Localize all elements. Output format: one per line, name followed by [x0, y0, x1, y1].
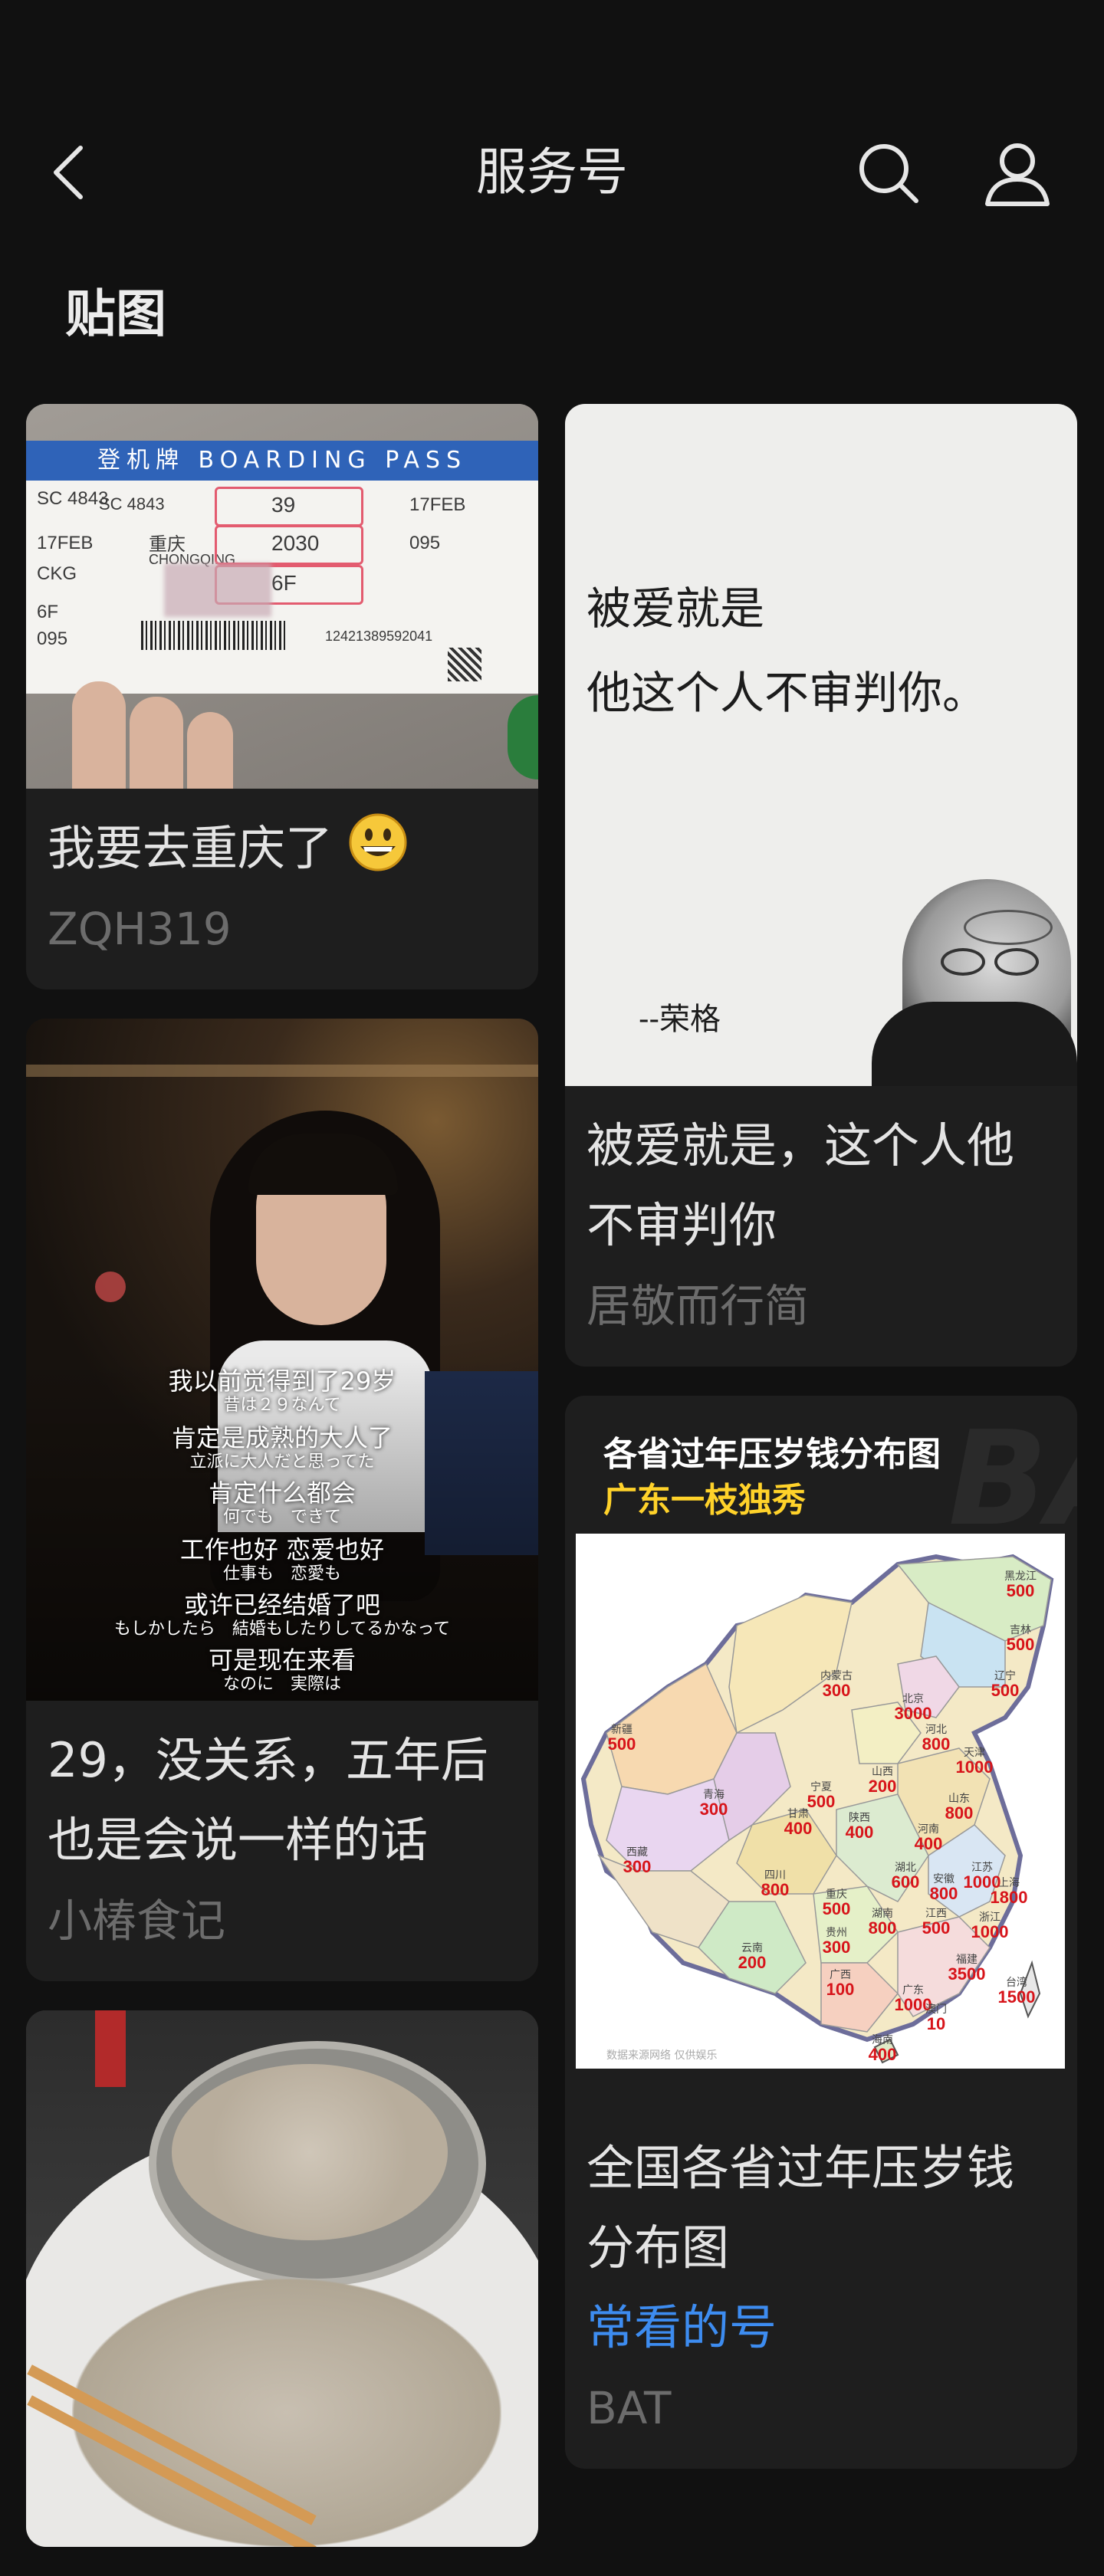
post-card-ticket[interactable]: 登机牌 BOARDING PASS SC 4843 SC 4843 39 17F…: [26, 404, 538, 989]
map-image: BAT 各省过年压岁钱分布图 广东一枝独秀: [565, 1396, 1077, 2108]
post-author[interactable]: ZQH319: [48, 894, 517, 963]
map-province-value: 1500: [998, 1987, 1036, 2007]
map-province-value: 3500: [948, 1964, 986, 1984]
boarding-pass-image: 登机牌 BOARDING PASS SC 4843 SC 4843 39 17F…: [26, 404, 538, 789]
map-province-value: 10: [927, 2014, 945, 2033]
bp-flight-2: SC 4843: [99, 494, 165, 514]
post-title-text: 我要去重庆了: [48, 820, 334, 876]
subtitle-line-jp: 昔は２９なんて: [223, 1396, 341, 1415]
post-author[interactable]: 居敬而行简: [586, 1272, 1056, 1341]
map-province-value: 300: [623, 1857, 652, 1876]
map-subtitle: 广东一枝独秀: [603, 1481, 806, 1520]
map-title: 各省过年压岁钱分布图: [603, 1435, 941, 1474]
post-card-food[interactable]: [26, 2010, 538, 2547]
subtitle-line-jp: 何でも できて: [222, 1508, 341, 1527]
post-card-quote[interactable]: 被爱就是 他这个人不审判你。 --荣格 被爱就是，这个人他不审判你 居敬而行简: [565, 404, 1077, 1367]
bp-date-left: 17FEB: [37, 533, 94, 553]
user-icon: [985, 143, 1050, 206]
map-province-value: 300: [823, 1938, 851, 1957]
quote-image: 被爱就是 他这个人不审判你。 --荣格: [565, 404, 1077, 1086]
map-province-value: 3000: [895, 1704, 932, 1723]
quote-author: --荣格: [639, 1002, 721, 1037]
subtitle-line-jp: もしかしたら 結婚もしたりしてるかなって: [113, 1619, 451, 1639]
search-icon: [859, 144, 918, 203]
bp-seq-left: 095: [37, 628, 68, 649]
post-title: 全国各省过年压岁钱分布图: [586, 2140, 1015, 2276]
map-province-value: 200: [738, 1953, 767, 1972]
map-province-value: 500: [1007, 1635, 1035, 1654]
bp-seat: 6F: [271, 571, 297, 595]
section-title: 贴图: [65, 284, 166, 343]
map-province-value: 500: [608, 1734, 636, 1754]
map-province-value: 800: [945, 1803, 974, 1823]
subtitle-line-jp: 仕事も 恋愛も: [222, 1564, 341, 1583]
post-card-drama[interactable]: 我以前觉得到了29岁 昔は２９なんて 肯定是成熟的大人了 立派に大人だと思ってた 肯定什…: [26, 1019, 538, 1981]
dumplings-image: [26, 2010, 538, 2547]
map-province-value: 1000: [964, 1872, 1001, 1892]
post-author[interactable]: 小椿食记: [48, 1886, 517, 1955]
bp-code: CKG: [37, 563, 77, 584]
post-author[interactable]: BAT: [586, 2374, 1056, 2443]
map-province-value: 800: [930, 1884, 958, 1903]
bp-flight: SC 4843: [37, 488, 109, 509]
map-province-value: 400: [784, 1819, 813, 1838]
bp-barcode-number: 12421389592041: [325, 628, 433, 644]
map-province-value: 500: [922, 1918, 951, 1938]
top-bar: 服务号: [0, 115, 1104, 230]
grinning-face-emoji: [349, 813, 407, 871]
boarding-pass: 登机牌 BOARDING PASS SC 4843 SC 4843 39 17F…: [26, 441, 538, 694]
map-province-value: 600: [892, 1872, 920, 1892]
feed-column-left: 登机牌 BOARDING PASS SC 4843 SC 4843 39 17F…: [26, 404, 538, 2576]
profile-button[interactable]: [981, 138, 1054, 211]
quote-line-2: 他这个人不审判你。: [586, 667, 987, 719]
subtitle-line-jp: なのに 実際は: [222, 1675, 341, 1694]
bp-date: 17FEB: [409, 494, 466, 515]
map-province-value: 300: [823, 1681, 851, 1700]
map-province-value: 400: [846, 1823, 874, 1842]
map-province-value: 800: [761, 1880, 790, 1899]
map-province-value: 800: [922, 1734, 951, 1754]
map-province-value: 100: [826, 1980, 855, 1999]
map-province-value: 800: [869, 1918, 897, 1938]
boarding-pass-header: 登机牌 BOARDING PASS: [26, 441, 538, 481]
map-province-value: 300: [700, 1800, 728, 1819]
bp-time: 2030: [271, 531, 320, 555]
bp-gate: 39: [271, 493, 296, 517]
post-title: 29，没关系，五年后也是会说一样的话: [48, 1732, 488, 1868]
map-province-value: 500: [807, 1792, 836, 1811]
map-province-value: 400: [869, 2045, 897, 2064]
portrait-sketch: [872, 864, 1077, 1086]
subtitle-line-jp: 立派に大人だと思ってた: [189, 1452, 375, 1472]
map-province-value: 1000: [971, 1922, 1009, 1941]
drama-still-image: 我以前觉得到了29岁 昔は２９なんて 肯定是成熟的大人了 立派に大人だと思ってた 肯定什…: [26, 1019, 538, 1701]
post-title: 被爱就是，这个人他不审判你: [586, 1117, 1015, 1253]
map-province-value: 200: [869, 1777, 897, 1796]
map-province-value: 1000: [956, 1757, 994, 1777]
search-button[interactable]: [855, 139, 924, 208]
bp-seat-left: 6F: [37, 602, 59, 622]
post-card-map[interactable]: BAT 各省过年压岁钱分布图 广东一枝独秀: [565, 1396, 1077, 2469]
frequent-account-tag[interactable]: 常看的号: [586, 2288, 1056, 2368]
map-province-value: 500: [1007, 1581, 1035, 1600]
page-title: 服务号: [476, 143, 628, 202]
map-province-value: 400: [915, 1834, 943, 1853]
map-province-value: 500: [823, 1899, 851, 1918]
feed-column-right: 被爱就是 他这个人不审判你。 --荣格 被爱就是，这个人他不审判你 居敬而行简 …: [565, 404, 1077, 2498]
quote-line-1: 被爱就是: [586, 582, 765, 635]
china-map: 新疆 500 西藏 300 青海 300 甘肃 400 内蒙古 300 宁夏 500 陕西 400 山西 20…: [576, 1534, 1065, 2069]
bp-seq: 095: [409, 533, 441, 553]
post-title: 我要去重庆了: [48, 809, 517, 888]
map-province-value: 500: [991, 1681, 1020, 1700]
map-watermark: BAT: [948, 1403, 1077, 1555]
